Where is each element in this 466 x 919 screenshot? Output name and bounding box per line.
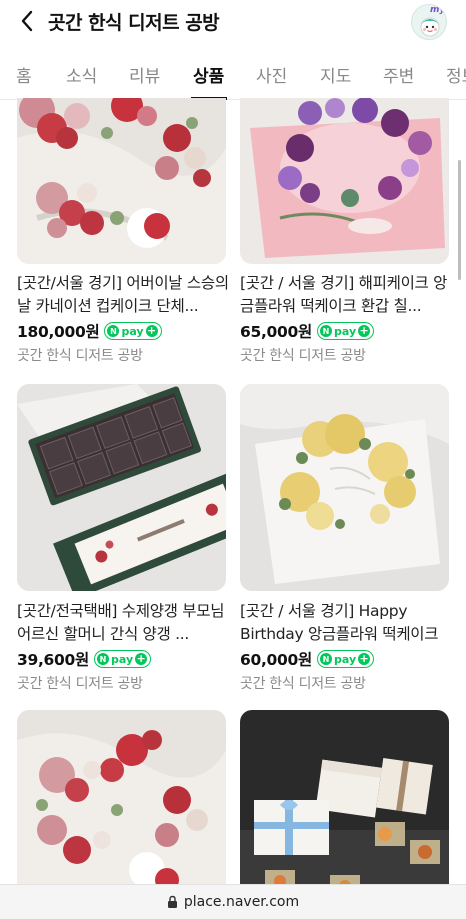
product-image[interactable] bbox=[240, 710, 449, 900]
product-card[interactable]: [곳간 / 서울 경기] 해피케이크 앙금플라워 떡케이크 환갑 칠... 65… bbox=[240, 98, 449, 368]
product-price: 39,600원 bbox=[17, 651, 89, 669]
top-header: 곳간 한식 디저트 공방 my bbox=[0, 0, 466, 42]
price-row: 65,000원 N pay + bbox=[240, 320, 375, 342]
shop-name: 곳간 한식 디저트 공방 bbox=[17, 348, 143, 364]
avatar[interactable]: my bbox=[411, 4, 447, 40]
product-card[interactable]: [곳간/서울 경기] 어버이날 스승의날 카네이션 컵케이크 단체... 180… bbox=[17, 98, 229, 368]
shop-name: 곳간 한식 디저트 공방 bbox=[17, 676, 143, 692]
tab-news[interactable]: 소식 bbox=[66, 62, 97, 87]
npay-n-icon: N bbox=[107, 325, 120, 337]
npay-n-icon: N bbox=[96, 653, 109, 665]
npay-label: pay bbox=[121, 324, 144, 338]
product-card[interactable] bbox=[240, 710, 449, 900]
product-price: 60,000원 bbox=[240, 651, 312, 669]
chevron-left-icon bbox=[21, 10, 33, 32]
product-card[interactable]: [곳간 / 서울 경기] Happy Birthday 앙금플라워 떡케이크 .… bbox=[240, 384, 449, 694]
npay-label: pay bbox=[333, 324, 357, 338]
product-price: 65,000원 bbox=[240, 323, 312, 341]
url-text: place.naver.com bbox=[183, 894, 300, 910]
page-title: 곳간 한식 디저트 공방 bbox=[48, 12, 220, 34]
npay-badge: N pay + bbox=[93, 650, 152, 668]
plus-icon: + bbox=[358, 324, 371, 337]
tab-info[interactable]: 정보 bbox=[446, 62, 466, 87]
tab-reviews[interactable]: 리뷰 bbox=[129, 62, 160, 87]
npay-badge: N pay + bbox=[316, 650, 375, 668]
tab-nearby[interactable]: 주변 bbox=[383, 62, 414, 87]
price-row: 180,000원 N pay + bbox=[17, 320, 162, 342]
plus-icon: + bbox=[358, 652, 371, 665]
npay-label: pay bbox=[110, 652, 134, 666]
product-image[interactable] bbox=[240, 98, 449, 264]
price-row: 60,000원 N pay + bbox=[240, 648, 375, 670]
npay-badge: N pay + bbox=[104, 322, 162, 340]
product-price: 180,000원 bbox=[17, 323, 100, 341]
product-title[interactable]: [곳간/전국택배] 수제양갱 부모님 어르신 할머니 간식 양갱 ... bbox=[17, 600, 229, 646]
plus-icon: + bbox=[145, 324, 158, 337]
product-title[interactable]: [곳간 / 서울 경기] Happy Birthday 앙금플라워 떡케이크 .… bbox=[240, 600, 452, 646]
browser-url-bar[interactable]: place.naver.com bbox=[0, 884, 466, 919]
avatar-my-label: my bbox=[430, 5, 446, 15]
product-title[interactable]: [곳간 / 서울 경기] 해피케이크 앙금플라워 떡케이크 환갑 칠... bbox=[240, 272, 452, 318]
product-image[interactable] bbox=[17, 384, 226, 591]
npay-n-icon: N bbox=[319, 653, 332, 665]
price-row: 39,600원 N pay + bbox=[17, 648, 152, 670]
npay-n-icon: N bbox=[319, 325, 332, 337]
tab-bar: 홈 소식 리뷰 상품 사진 지도 주변 정보 bbox=[0, 42, 466, 100]
scrollbar[interactable] bbox=[458, 160, 461, 280]
shop-name: 곳간 한식 디저트 공방 bbox=[240, 348, 366, 364]
npay-label: pay bbox=[333, 652, 357, 666]
product-card[interactable] bbox=[17, 710, 226, 900]
product-image[interactable] bbox=[240, 384, 449, 591]
tab-home[interactable]: 홈 bbox=[16, 62, 32, 87]
lock-icon bbox=[167, 895, 177, 908]
product-image[interactable] bbox=[17, 98, 226, 264]
back-button[interactable] bbox=[14, 8, 40, 34]
product-image[interactable] bbox=[17, 710, 226, 900]
tab-map[interactable]: 지도 bbox=[320, 62, 351, 87]
plus-icon: + bbox=[135, 652, 148, 665]
tab-products[interactable]: 상품 bbox=[193, 62, 224, 87]
product-title[interactable]: [곳간/서울 경기] 어버이날 스승의날 카네이션 컵케이크 단체... bbox=[17, 272, 229, 318]
npay-badge: N pay + bbox=[316, 322, 375, 340]
tab-photos[interactable]: 사진 bbox=[256, 62, 287, 87]
product-card[interactable]: [곳간/전국택배] 수제양갱 부모님 어르신 할머니 간식 양갱 ... 39,… bbox=[17, 384, 226, 694]
shop-name: 곳간 한식 디저트 공방 bbox=[240, 676, 366, 692]
